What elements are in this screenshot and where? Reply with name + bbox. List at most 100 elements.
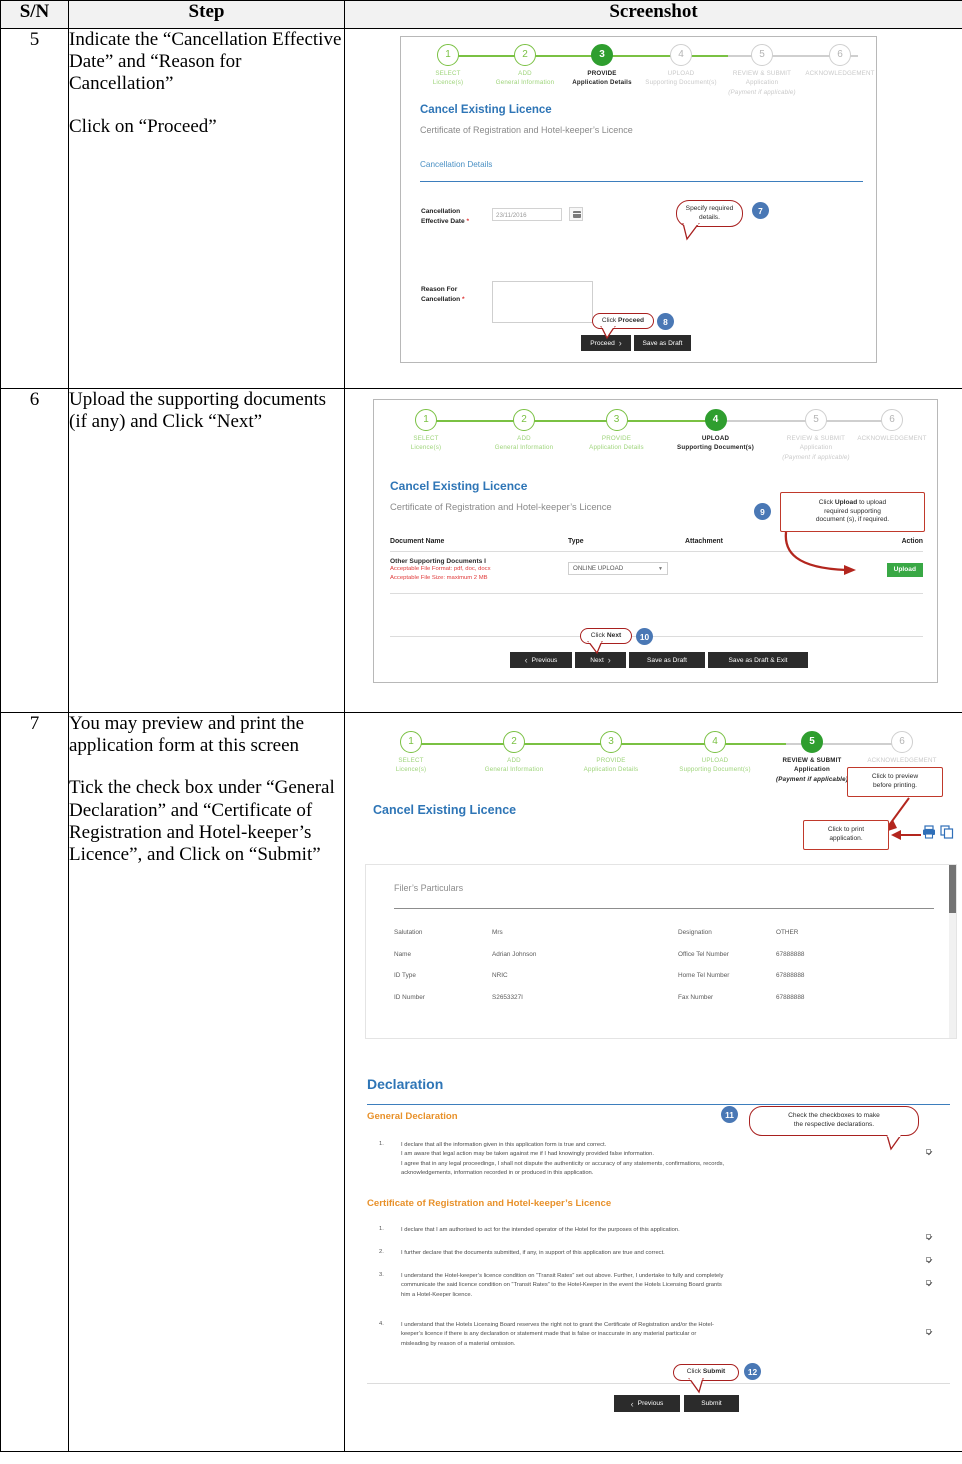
stepper-label: ACKNOWLEDGEMENT — [805, 70, 875, 77]
cancellation-effective-date-input[interactable]: 23/11/2016 — [492, 208, 562, 221]
reason-for-cancellation-textarea[interactable] — [492, 281, 593, 323]
callout-tail — [587, 641, 603, 655]
stepper-circle: 5 — [805, 409, 827, 431]
calendar-icon[interactable] — [569, 207, 583, 221]
callout-tail — [600, 326, 616, 340]
save-as-draft-button[interactable]: Save as Draft — [634, 335, 691, 351]
stepper-circle: 5 — [801, 731, 823, 753]
chevron-left-icon: ‹ — [524, 655, 528, 665]
field-value: 67888888 — [776, 972, 805, 979]
file-size-note: Acceptable File Size: maximum 2 MB — [390, 575, 488, 582]
filer-left-column: Salutation Mrs Name Adrian Johnson ID Ty… — [394, 929, 667, 1001]
chevron-right-icon: › — [607, 655, 611, 665]
declaration-item: 1. I declare that I am authorised to act… — [379, 1226, 939, 1244]
declaration-checkbox[interactable] — [926, 1329, 931, 1334]
stepper-circle: 6 — [829, 44, 851, 66]
panel-divider — [394, 908, 934, 909]
upload-type-select[interactable]: ONLINE UPLOAD ▼ — [568, 562, 668, 575]
stepper-item-4[interactable]: 4 UPLOAD Supporting Document(s) — [642, 44, 720, 88]
stepper-circle: 3 — [605, 409, 628, 431]
stepper-circle: 4 — [704, 409, 727, 431]
print-icon[interactable] — [922, 825, 936, 844]
stepper-item-2[interactable]: 2 ADD General Information — [471, 731, 557, 775]
field-label: Name — [394, 950, 412, 958]
stepper-item-4[interactable]: 4 UPLOAD Supporting Document(s) — [664, 409, 767, 453]
item-number: 1. — [379, 1226, 384, 1232]
stepper-item-4[interactable]: 4 UPLOAD Supporting Document(s) — [666, 731, 764, 775]
step-badge-12: 12 — [744, 1363, 761, 1380]
row-sn-7: 7 — [0, 712, 69, 1452]
preview-copy-icon[interactable] — [940, 825, 954, 844]
stepper-item-2[interactable]: 2 ADD General Information — [479, 409, 569, 453]
stepper-item-5[interactable]: 5 REVIEW & SUBMIT Application (Payment i… — [721, 44, 803, 97]
document-name: Other Supporting Documents I — [390, 558, 486, 565]
stepper-item-5[interactable]: 5 REVIEW & SUBMIT Application (Payment i… — [771, 409, 861, 462]
stepper-item-6[interactable]: 6 ACKNOWLEDGEMENT — [852, 409, 932, 443]
stepper-item-1[interactable]: 1 SELECT Licence(s) — [374, 731, 448, 775]
declaration-checkbox[interactable] — [926, 1280, 931, 1285]
cancellation-effective-date-label: Cancellation Effective Date * — [421, 208, 470, 225]
field-value: NRIC — [492, 972, 508, 979]
page-title: Cancel Existing Licence — [420, 104, 552, 116]
column-header-step: Step — [68, 0, 345, 29]
stepper-item-6[interactable]: 6 ACKNOWLEDGEMENT — [859, 731, 945, 765]
previous-button[interactable]: ‹ Previous — [614, 1395, 680, 1412]
stepper-item-3[interactable]: 3 PROVIDE Application Details — [574, 409, 659, 453]
stepper-circle: 1 — [400, 731, 422, 753]
stepper-item-3[interactable]: 3 PROVIDE Application Details — [565, 44, 639, 88]
filer-field: ID Number S2653327I — [394, 994, 667, 1001]
table-row: 5 Indicate the “Cancellation Effective D… — [0, 28, 962, 389]
field-label: Fax Number — [678, 993, 714, 1001]
stepper-item-3[interactable]: 3 PROVIDE Application Details — [570, 731, 652, 775]
col-document-name: Document Name — [390, 538, 445, 545]
item-text: I understand that the Hotels Licensing B… — [401, 1322, 714, 1347]
stepper-label: REVIEW & SUBMIT Application (Payment if … — [782, 435, 850, 461]
stepper-label: SELECT Licence(s) — [410, 435, 442, 452]
row-screenshot-6: 1 SELECT Licence(s) 2 ADD General Inform… — [344, 388, 962, 713]
stepper-item-5[interactable]: 5 REVIEW & SUBMIT Application (Payment i… — [767, 731, 857, 784]
chevron-down-icon: ▼ — [658, 565, 663, 572]
field-label: Designation — [678, 929, 712, 936]
arrow-to-print-icon — [891, 830, 921, 840]
stepper-item-2[interactable]: 2 ADD General Information — [488, 44, 562, 88]
declaration-checkbox[interactable] — [926, 1149, 931, 1154]
stepper-label: ADD General Information — [494, 435, 554, 452]
table-row: 6 Upload the supporting documents (if an… — [0, 388, 962, 713]
declaration-item: 2. I further declare that the documents … — [379, 1249, 939, 1267]
stepper-item-6[interactable]: 6 ACKNOWLEDGEMENT — [803, 44, 876, 78]
screenshot-cancellation-details: 1 SELECT Licence(s) 2 ADD General Inform… — [400, 36, 877, 363]
stepper-circle: 3 — [591, 44, 613, 66]
item-number: 2. — [379, 1249, 384, 1255]
stepper-circle: 1 — [415, 409, 437, 431]
page-subtitle: Certificate of Registration and Hotel-ke… — [390, 501, 612, 512]
save-as-draft-button[interactable]: Save as Draft — [629, 652, 705, 668]
stepper-circle: 4 — [670, 44, 692, 66]
table-header-row: S/N Step Screenshot — [0, 0, 962, 29]
step-badge-10: 10 — [636, 628, 653, 645]
submit-button[interactable]: Submit — [684, 1395, 739, 1412]
step-badge-8: 8 — [657, 313, 674, 330]
stepper-circle: 5 — [751, 44, 773, 66]
callout-click-upload: Click Upload to upload required supporti… — [780, 492, 925, 532]
filer-field: Home Tel Number 67888888 — [678, 972, 951, 979]
page-title: Cancel Existing Licence — [390, 479, 528, 493]
callout-check-checkboxes: Check the checkboxes to make the respect… — [749, 1106, 919, 1136]
screenshot-upload-documents: 1 SELECT Licence(s) 2 ADD General Inform… — [373, 399, 938, 683]
previous-button[interactable]: ‹ Previous — [510, 652, 572, 668]
panel-scrollbar-thumb[interactable] — [949, 865, 956, 913]
save-as-draft-exit-button[interactable]: Save as Draft & Exit — [708, 652, 808, 668]
row-screenshot-5: 1 SELECT Licence(s) 2 ADD General Inform… — [344, 28, 962, 389]
declaration-checkbox[interactable] — [926, 1257, 931, 1262]
stepper-circle: 1 — [437, 44, 459, 66]
filer-field: Office Tel Number 67888888 — [678, 951, 951, 958]
callout-tail — [688, 1378, 704, 1394]
item-number: 3. — [379, 1272, 384, 1278]
item-text: I declare that I am authorised to act fo… — [401, 1227, 680, 1233]
step-badge-9: 9 — [754, 503, 771, 520]
stepper-item-1[interactable]: 1 SELECT Licence(s) — [411, 44, 485, 88]
table-divider — [390, 593, 923, 595]
stepper-item-1[interactable]: 1 SELECT Licence(s) — [389, 409, 463, 453]
declaration-checkbox[interactable] — [926, 1234, 931, 1239]
declaration-item: 4. I understand that the Hotels Licensin… — [379, 1321, 939, 1349]
item-number: 4. — [379, 1321, 384, 1327]
